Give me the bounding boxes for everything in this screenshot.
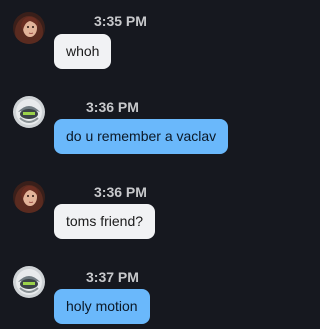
message-timestamp: 3:35 PM xyxy=(94,13,147,29)
message-bubble-incoming[interactable]: toms friend? xyxy=(54,204,156,239)
message-timestamp: 3:36 PM xyxy=(86,99,139,115)
female-portrait-avatar[interactable] xyxy=(13,181,45,213)
message-timestamp: 3:37 PM xyxy=(86,269,139,285)
robot-helmet-avatar[interactable] xyxy=(13,96,45,128)
message-bubble-outgoing[interactable]: do u remember a vaclav xyxy=(54,119,229,154)
robot-helmet-avatar[interactable] xyxy=(13,266,45,298)
chat-thread: 3:35 PM whoh 3:36 PM do u remember a vac… xyxy=(0,0,292,329)
message-bubble-incoming[interactable]: whoh xyxy=(54,34,112,69)
message-bubble-outgoing[interactable]: holy motion xyxy=(54,289,150,324)
message-timestamp: 3:36 PM xyxy=(94,184,147,200)
female-portrait-avatar[interactable] xyxy=(13,12,45,44)
